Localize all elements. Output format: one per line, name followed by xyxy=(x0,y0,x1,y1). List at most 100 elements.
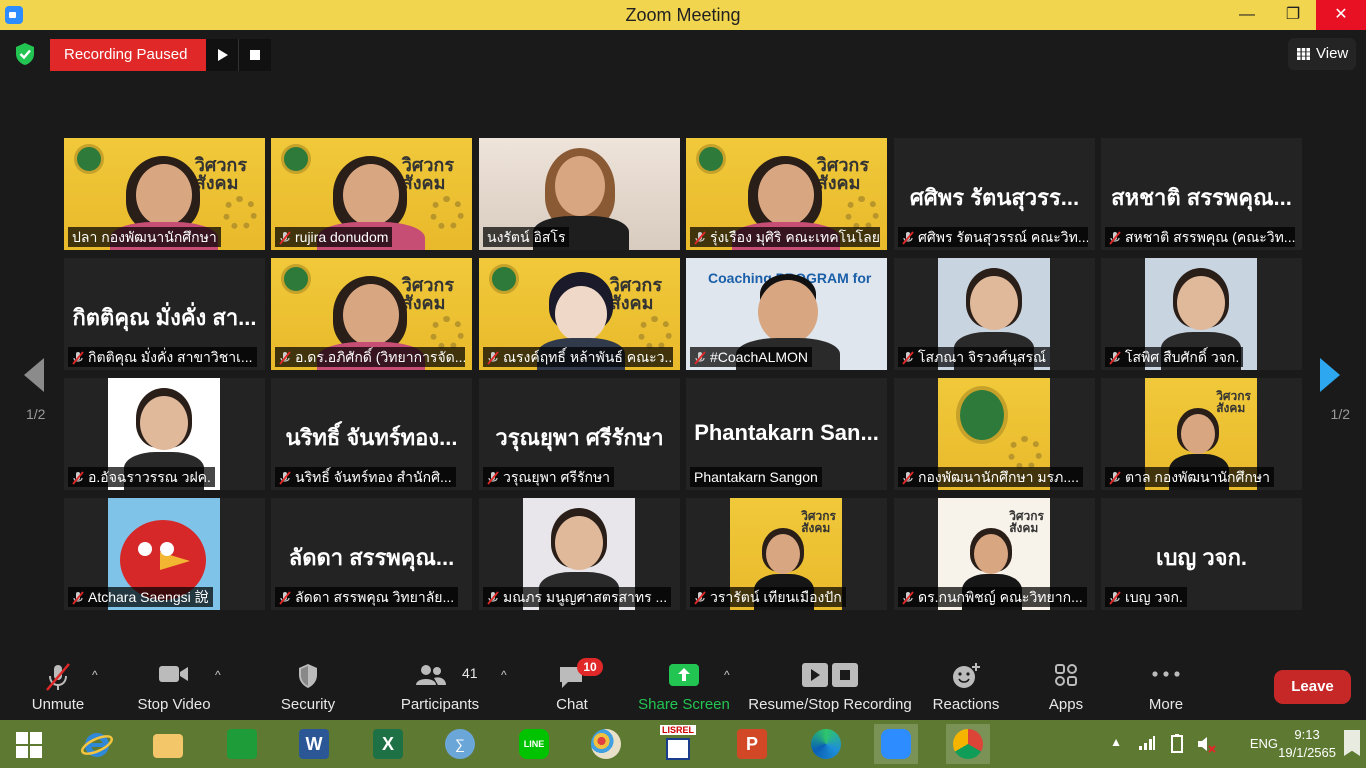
gear-icon xyxy=(430,196,464,230)
video-options-caret-icon[interactable]: ^ xyxy=(215,668,221,682)
participant-tile[interactable]: วิศวกร สังคม ดร.กนกพิชญ์ คณะวิทยาก... xyxy=(894,498,1095,610)
share-screen-arrow-icon xyxy=(669,664,699,686)
unmute-button[interactable]: Unmute xyxy=(18,650,98,720)
taskbar-word[interactable]: W xyxy=(292,724,336,764)
participant-tile[interactable]: วิศวกร สังคม rujira donudom xyxy=(271,138,472,250)
participant-tile[interactable]: Atchara Saengsi 說 xyxy=(64,498,265,610)
clock[interactable]: 9:13 19/1/2565 xyxy=(1278,726,1336,762)
video-camera-icon xyxy=(159,666,188,682)
participant-tile[interactable]: ลัดดา สรรพคุณ... ลัดดา สรรพคุณ วิทยาลัย..… xyxy=(271,498,472,610)
participant-tile[interactable]: กิตติคุณ มั่งคั่ง สา... กิตติคุณ มั่งคั่ง… xyxy=(64,258,265,370)
page-indicator-right: 1/2 xyxy=(1330,406,1350,422)
resume-recording-button[interactable] xyxy=(206,39,239,71)
previous-page-arrow-icon[interactable] xyxy=(24,358,44,392)
participant-tile[interactable]: กองพัฒนานักศึกษา มรภ.... xyxy=(894,378,1095,490)
participants-options-caret-icon[interactable]: ^ xyxy=(501,668,507,682)
participants-icon xyxy=(416,665,447,685)
participant-tile[interactable]: วิศวกร สังคม ปลา กองพัฒนานักศึกษา xyxy=(64,138,265,250)
participant-tile[interactable]: เบญ วจก. เบญ วจก. xyxy=(1101,498,1302,610)
participant-tile[interactable]: โสพิศ สืบศักดิ์ วจก. xyxy=(1101,258,1302,370)
participant-tile[interactable]: Coaching PROGRAM for #CoachALMON xyxy=(686,258,887,370)
reactions-button[interactable]: Reactions xyxy=(926,650,1006,720)
audio-options-caret-icon[interactable]: ^ xyxy=(92,668,98,682)
close-button[interactable]: ✕ xyxy=(1316,0,1366,30)
window-title: Zoom Meeting xyxy=(625,5,741,25)
participant-tile[interactable]: วิศวกร สังคม ณรงค์ฤทธิ์ หล้าพันธ์ คณะว... xyxy=(479,258,680,370)
muted-mic-icon xyxy=(487,350,499,365)
participant-tile[interactable]: โสภณา จิรวงศ์นุสรณ์ xyxy=(894,258,1095,370)
title-bar: Zoom Meeting — ❐ ✕ xyxy=(0,0,1366,30)
tray-overflow-icon[interactable]: ▲ xyxy=(1110,735,1122,749)
notifications-icon[interactable] xyxy=(1344,730,1360,756)
participant-name: นงรัตน์ อิสโร xyxy=(487,229,566,245)
participant-name-label: นริทธิ์ จันทร์ทอง สำนักศิ... xyxy=(275,467,456,487)
participant-name-label: รุ่งเรือง มุศิริ คณะเทคโนโลย... xyxy=(690,227,880,247)
participant-name-label: วรารัตน์ เทียนเมืองปัก xyxy=(690,587,846,607)
next-page-arrow-icon[interactable] xyxy=(1320,358,1340,392)
taskbar-line[interactable]: LINE xyxy=(512,724,556,764)
participant-tile[interactable]: วิศวกร สังคม วรารัตน์ เทียนเมืองปัก xyxy=(686,498,887,610)
more-button[interactable]: More xyxy=(1134,650,1198,720)
taskbar-lisrel[interactable]: LISREL xyxy=(656,724,700,764)
taskbar-paint[interactable] xyxy=(584,724,628,764)
security-button[interactable]: Security xyxy=(270,650,346,720)
participant-display-name: ลัดดา สรรพคุณ... xyxy=(288,545,455,570)
participant-name: ปลา กองพัฒนานักศึกษา xyxy=(72,229,217,245)
recording-paused-status: Recording Paused xyxy=(50,39,206,71)
participant-tile[interactable]: วรุณยุพา ศรีรักษา วรุณยุพา ศรีรักษา xyxy=(479,378,680,490)
poster-text: วิศวกร สังคม xyxy=(401,275,454,313)
participant-name: วรุณยุพา ศรีรักษา xyxy=(503,469,611,485)
participant-display-name: สหชาติ สรรพคุณ... xyxy=(1111,185,1292,210)
participants-button[interactable]: Participants xyxy=(396,650,484,720)
security-shield-outline-icon xyxy=(299,664,317,688)
maximize-button[interactable]: ❐ xyxy=(1270,0,1316,30)
participant-tile[interactable]: มณภร มนูญศาสตรสาทร ... xyxy=(479,498,680,610)
lisrel-label: LISREL xyxy=(660,725,696,735)
minimize-button[interactable]: — xyxy=(1224,0,1270,30)
start-button[interactable] xyxy=(8,724,52,764)
taskbar-edge[interactable] xyxy=(804,724,848,764)
taskbar-zoom[interactable] xyxy=(874,724,918,764)
stop-video-button[interactable]: Stop Video xyxy=(132,650,216,720)
view-button[interactable]: View xyxy=(1288,38,1356,70)
security-shield-icon[interactable] xyxy=(14,42,36,66)
participant-tile[interactable]: วิศวกร สังคมอ.ดร.อภิศักดิ์ (วิทยาการจัด..… xyxy=(271,258,472,370)
muted-mic-icon xyxy=(694,230,706,245)
leave-meeting-button[interactable]: Leave xyxy=(1274,670,1351,704)
share-options-caret-icon[interactable]: ^ xyxy=(724,668,730,682)
taskbar-math-input[interactable]: ∑ xyxy=(438,724,482,764)
battery-icon[interactable] xyxy=(1168,734,1186,754)
participant-tile[interactable]: ศศิพร รัตนสุวรร... ศศิพร รัตนสุวรรณ์ คณะว… xyxy=(894,138,1095,250)
network-signal-icon[interactable] xyxy=(1138,735,1156,751)
taskbar-excel[interactable]: X xyxy=(366,724,410,764)
share-screen-button[interactable]: Share Screen xyxy=(636,650,732,720)
participant-tile[interactable]: นงรัตน์ อิสโร xyxy=(479,138,680,250)
participant-tile[interactable]: วิศวกร สังคม รุ่งเรือง มุศิริ คณะเทคโนโลย.… xyxy=(686,138,887,250)
apps-button[interactable]: Apps xyxy=(1036,650,1096,720)
participant-tile[interactable]: สหชาติ สรรพคุณ... สหชาติ สรรพคุณ (คณะวิท.… xyxy=(1101,138,1302,250)
taskbar-powerpoint[interactable]: P xyxy=(730,724,774,764)
muted-mic-icon xyxy=(1109,590,1121,605)
volume-muted-icon[interactable] xyxy=(1196,734,1216,754)
taskbar-internet-explorer[interactable] xyxy=(74,724,118,764)
participant-name: มณภร มนูญศาสตรสาทร ... xyxy=(503,589,668,605)
zoom-icon xyxy=(881,729,911,759)
participant-tile[interactable]: วิศวกร สังคม ตาล กองพัฒนานักศึกษา xyxy=(1101,378,1302,490)
word-icon: W xyxy=(299,729,329,759)
participant-tile[interactable]: อ.อัจฉราวรรณ วฝค. xyxy=(64,378,265,490)
stop-recording-button[interactable] xyxy=(239,39,271,71)
taskbar-file-explorer[interactable] xyxy=(146,724,190,764)
participant-tile[interactable]: นริทธิ์ จันทร์ทอง... นริทธิ์ จันทร์ทอง สำ… xyxy=(271,378,472,490)
participant-tile[interactable]: Phantakarn San... Phantakarn Sangon xyxy=(686,378,887,490)
security-label: Security xyxy=(280,696,336,713)
taskbar-store[interactable] xyxy=(220,724,264,764)
input-language[interactable]: ENG xyxy=(1250,736,1278,751)
taskbar-chrome[interactable] xyxy=(946,724,990,764)
university-seal-icon xyxy=(281,144,311,174)
participant-name-label: โสพิศ สืบศักดิ์ วจก. xyxy=(1105,347,1244,367)
apps-label: Apps xyxy=(1048,696,1084,713)
participant-name: ตาล กองพัฒนานักศึกษา xyxy=(1125,469,1270,485)
more-dots-icon xyxy=(1152,671,1180,677)
participant-name-label: อ.ดร.อภิศักดิ์ (วิทยาการจัด... xyxy=(275,347,465,367)
resume-stop-recording-button[interactable]: Resume/Stop Recording xyxy=(746,650,914,720)
